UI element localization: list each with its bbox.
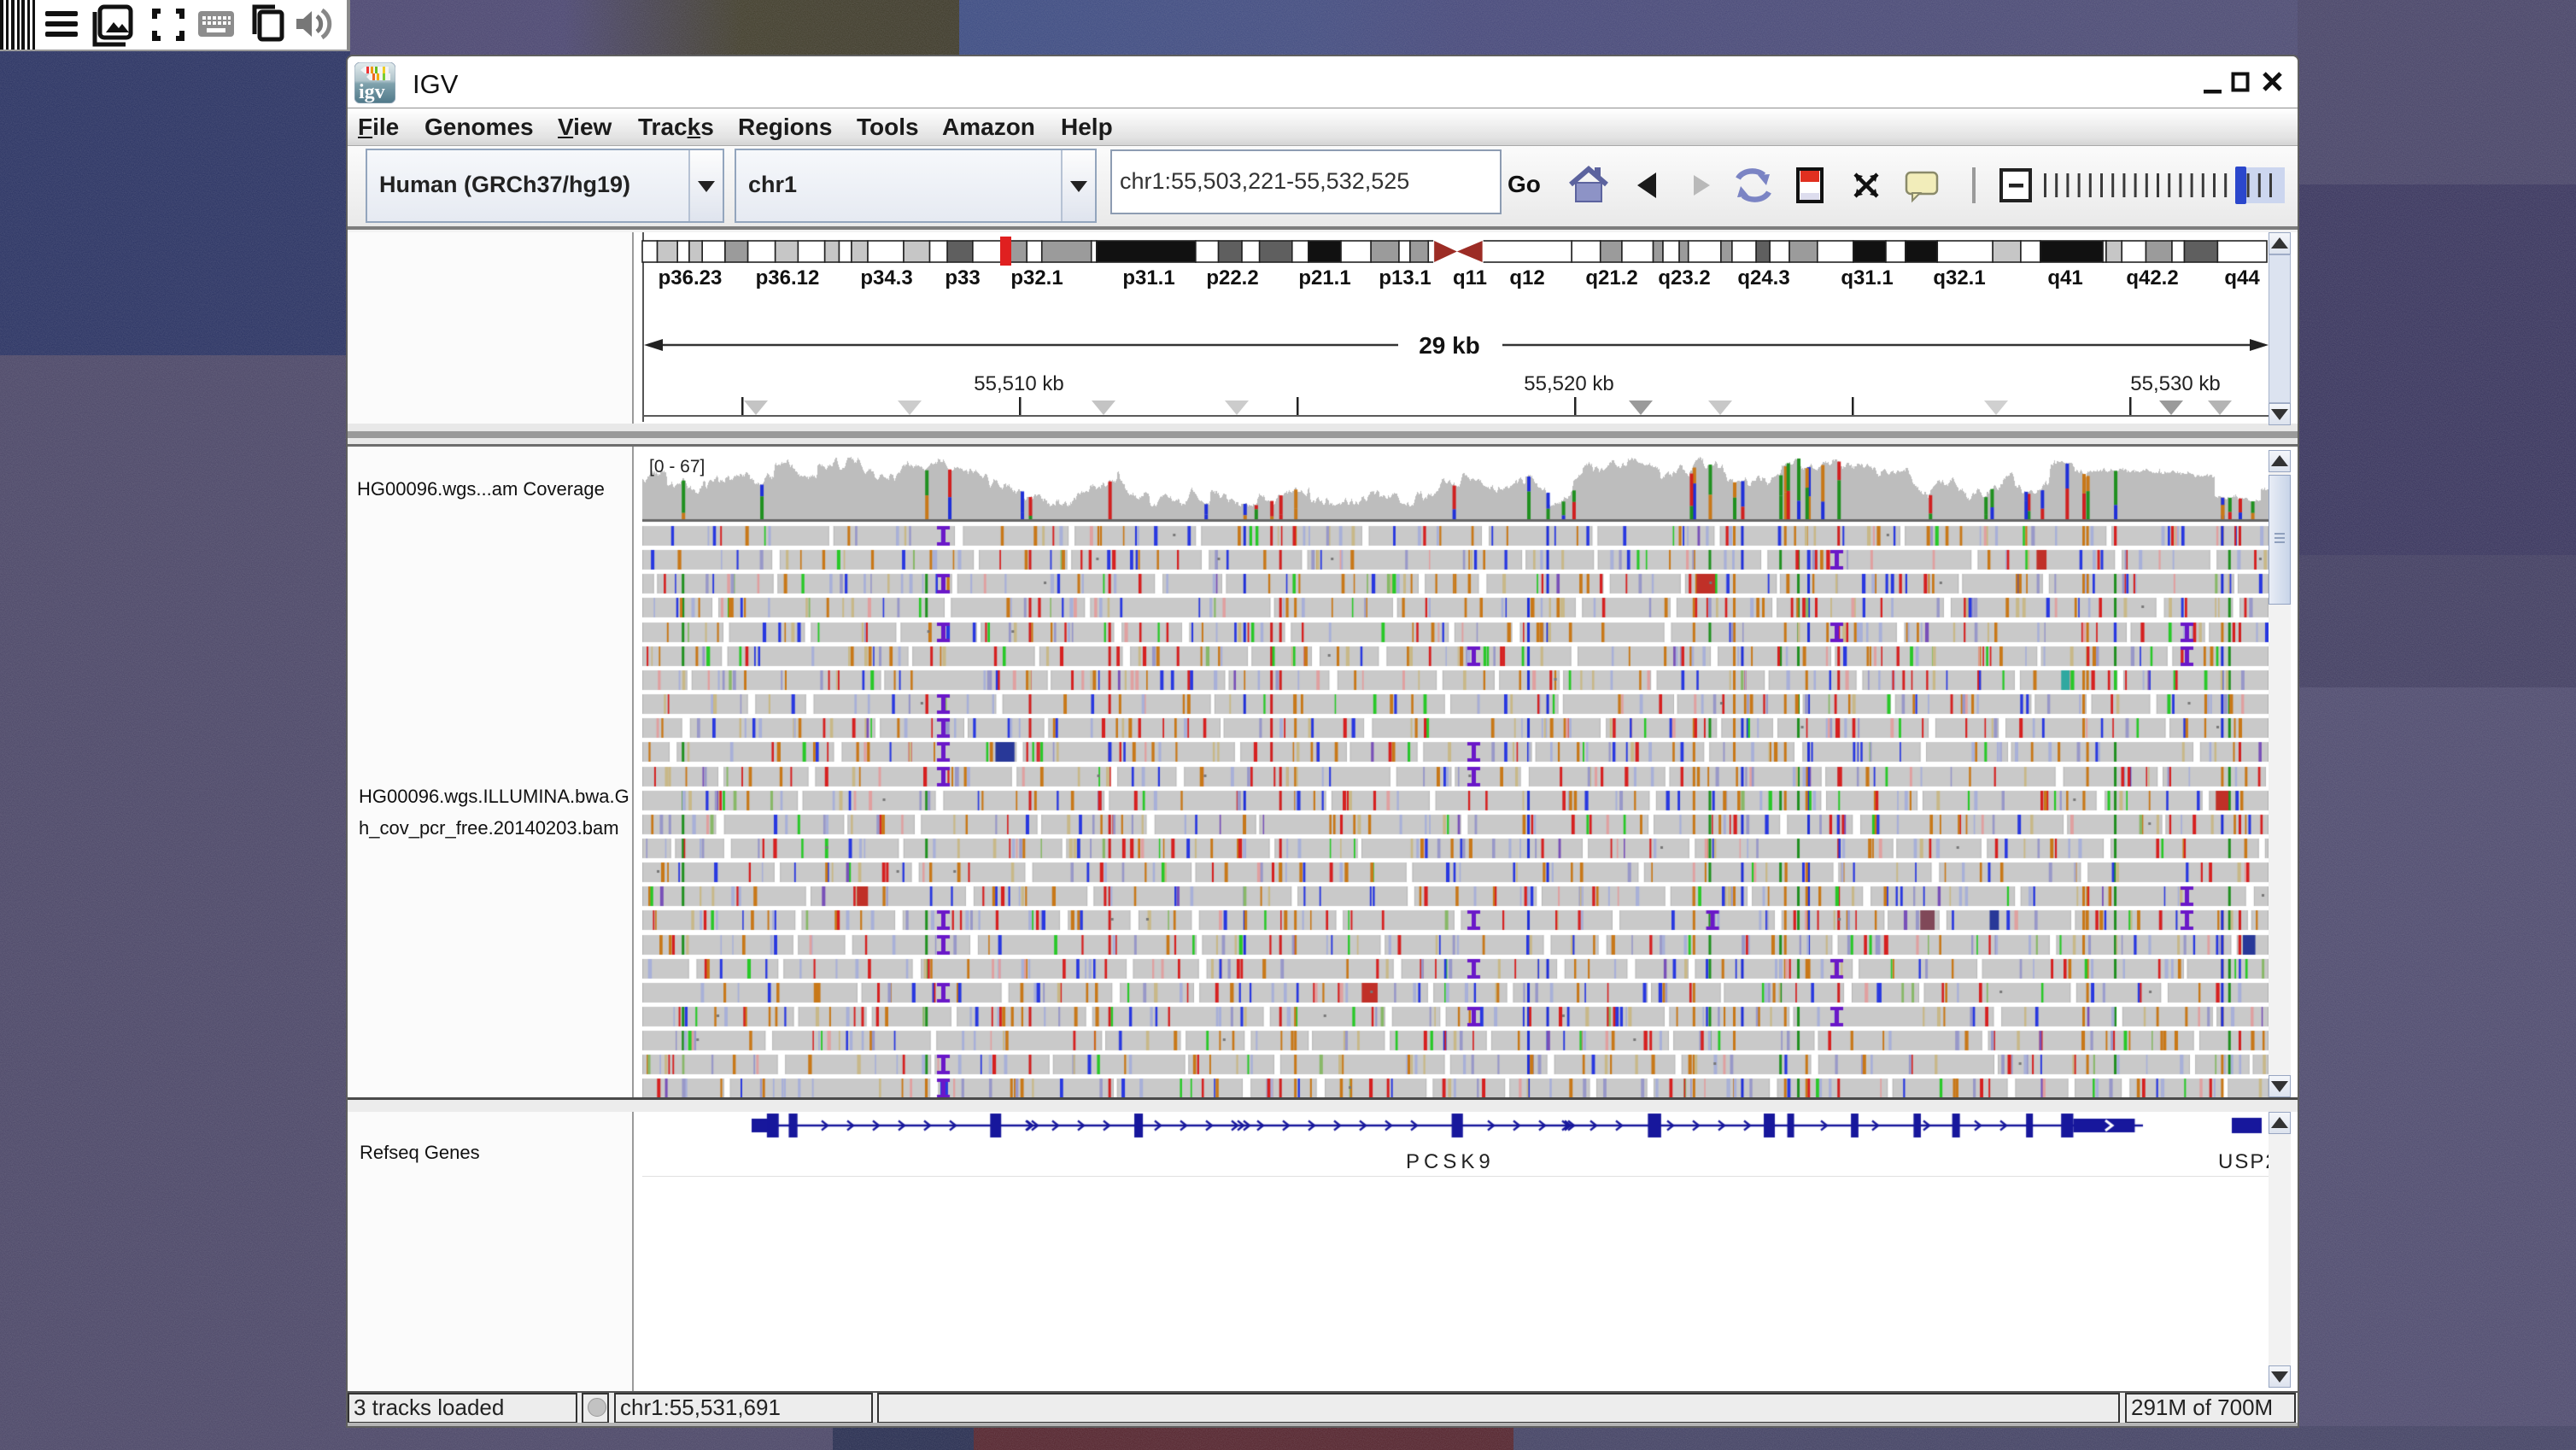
svg-text:igv: igv: [359, 81, 385, 103]
